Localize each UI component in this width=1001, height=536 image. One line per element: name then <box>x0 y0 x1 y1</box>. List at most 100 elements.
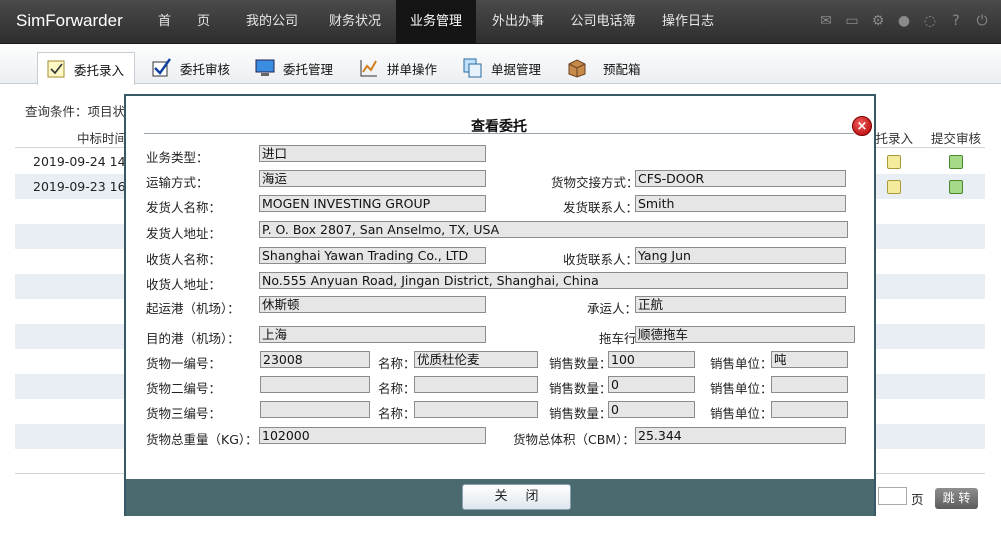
consignee-name-label: 收货人名称： <box>146 252 222 267</box>
column-header-submit: 提交审核 <box>931 131 982 146</box>
query-condition-label: 查询条件：项目状态 <box>25 104 138 119</box>
consignee-address-field: No.555 Anyuan Road, Jingan District, Sha… <box>259 272 848 289</box>
dialog-title: 查看委托 <box>471 119 527 135</box>
shipper-address-field: P. O. Box 2807, San Anselmo, TX, USA <box>259 221 848 238</box>
tab-container-preload[interactable]: 预配箱 <box>567 52 641 84</box>
goto-page-button[interactable]: 跳 转 <box>935 488 978 509</box>
goods-2-code-field <box>260 376 370 393</box>
tab-label: 拼单操作 <box>387 61 438 77</box>
tab-label: 委托录入 <box>74 62 125 78</box>
goods-1-name-field: 优质杜伦麦 <box>414 351 538 368</box>
handover-label: 货物交接方式： <box>551 175 639 190</box>
user-icon[interactable]: ● <box>895 12 913 30</box>
goods-3-name-label: 名称： <box>378 406 416 421</box>
goods-2-name-field <box>414 376 538 393</box>
origin-port-label: 起运港（机场）： <box>146 301 240 316</box>
sub-toolbar: 委托录入 委托审核 委托管理 拼单操作 单据管理 预配箱 <box>0 44 1001 85</box>
goods-2-qty-field: 0 <box>608 376 695 393</box>
box-icon <box>567 58 587 78</box>
page-number-input[interactable] <box>878 487 907 505</box>
column-header-time: 中标时间 <box>77 131 128 146</box>
trucker-field: 顺德拖车 <box>635 326 855 343</box>
menu-item-home[interactable]: 首 页 <box>152 0 216 44</box>
total-weight-field: 102000 <box>259 427 486 444</box>
goods-1-unit-label: 销售单位： <box>710 356 773 371</box>
destination-port-label: 目的港（机场）： <box>146 331 240 346</box>
menu-item-errands[interactable]: 外出办事 <box>476 0 560 44</box>
menu-item-logs[interactable]: 操作日志 <box>646 0 730 44</box>
shipper-name-label: 发货人名称： <box>146 200 222 215</box>
help-icon[interactable]: ? <box>947 12 965 30</box>
goods-2-unit-field <box>771 376 848 393</box>
transport-field: 海运 <box>259 170 486 187</box>
total-volume-label: 货物总体积（CBM）： <box>513 432 635 447</box>
submit-icon[interactable] <box>949 180 963 194</box>
trucker-label: 拖车行 <box>599 331 637 346</box>
check-icon <box>152 58 172 78</box>
destination-port-field: 上海 <box>259 326 486 343</box>
tab-label: 委托审核 <box>180 61 231 77</box>
tab-entrust-review[interactable]: 委托审核 <box>152 52 230 84</box>
menu-item-my-company[interactable]: 我的公司 <box>230 0 314 44</box>
goods-3-name-field <box>414 401 538 418</box>
goods-3-code-field <box>260 401 370 418</box>
consignee-address-label: 收货人地址： <box>146 277 222 292</box>
goods-3-qty-label: 销售数量： <box>549 406 612 421</box>
row-date: 2019-09-23 16 <box>33 179 126 194</box>
dialog-footer: 关闭 <box>126 479 874 516</box>
goods-2-qty-label: 销售数量： <box>549 381 612 396</box>
goods-1-qty-field: 100 <box>608 351 695 368</box>
monitor-icon[interactable]: ▭ <box>843 12 861 30</box>
checkbox-icon <box>46 59 66 79</box>
view-entrust-dialog: 查看委托 × 业务类型： 进口 运输方式： 海运 货物交接方式： CFS-DOO… <box>124 94 876 516</box>
top-icons: ✉ ▭ ⚙ ● ◌ ? ⏻ <box>817 12 991 30</box>
menu-item-phonebook[interactable]: 公司电话簿 <box>560 0 646 44</box>
edit-icon[interactable] <box>887 155 901 169</box>
power-icon[interactable]: ⏻ <box>973 12 991 30</box>
consignee-name-field: Shanghai Yawan Trading Co., LTD <box>259 247 486 264</box>
main-menu: 首 页 我的公司 财务状况 业务管理 外出办事 公司电话簿 操作日志 <box>152 0 730 44</box>
goods-1-code-label: 货物一编号： <box>146 356 222 371</box>
tab-entrust-entry[interactable]: 委托录入 <box>37 52 136 85</box>
tab-entrust-manage[interactable]: 委托管理 <box>255 52 333 84</box>
goods-3-qty-field: 0 <box>608 401 695 418</box>
goods-1-unit-field: 吨 <box>771 351 848 368</box>
transport-label: 运输方式： <box>146 175 209 190</box>
consignee-contact-field: Yang Jun <box>635 247 846 264</box>
goods-3-code-label: 货物三编号： <box>146 406 222 421</box>
business-type-field: 进口 <box>259 145 486 162</box>
mail-icon[interactable]: ✉ <box>817 12 835 30</box>
close-button[interactable]: 关闭 <box>462 484 571 510</box>
origin-port-field: 休斯顿 <box>259 296 486 313</box>
tab-documents[interactable]: 单据管理 <box>463 52 541 84</box>
menu-item-business[interactable]: 业务管理 <box>396 0 476 44</box>
handover-field: CFS-DOOR <box>635 170 846 187</box>
tab-label: 单据管理 <box>491 61 542 77</box>
tab-label: 预配箱 <box>603 61 641 77</box>
gear-icon[interactable]: ⚙ <box>869 12 887 30</box>
dialog-header: 查看委托 × <box>144 106 872 136</box>
app-logo[interactable]: SimForwarder <box>16 11 123 31</box>
edit-icon[interactable] <box>887 180 901 194</box>
close-icon[interactable]: × <box>852 116 872 136</box>
consignee-contact-label: 收货联系人： <box>563 252 639 267</box>
goods-3-unit-field <box>771 401 848 418</box>
carrier-field: 正航 <box>635 296 846 313</box>
monitor-icon <box>255 58 275 78</box>
total-volume-field: 25.344 <box>635 427 846 444</box>
chat-icon[interactable]: ◌ <box>921 12 939 30</box>
submit-icon[interactable] <box>949 155 963 169</box>
tab-label: 委托管理 <box>283 61 334 77</box>
shipper-contact-label: 发货联系人： <box>563 200 639 215</box>
shipper-address-label: 发货人地址： <box>146 226 222 241</box>
total-weight-label: 货物总重量（KG）： <box>146 432 258 447</box>
documents-icon <box>463 58 483 78</box>
tab-consolidation[interactable]: 拼单操作 <box>359 52 437 84</box>
business-type-label: 业务类型： <box>146 150 209 165</box>
shipper-contact-field: Smith <box>635 195 846 212</box>
menu-item-finance[interactable]: 财务状况 <box>314 0 396 44</box>
row-date: 2019-09-24 14 <box>33 154 126 169</box>
goods-3-unit-label: 销售单位： <box>710 406 773 421</box>
goods-1-code-field: 23008 <box>260 351 370 368</box>
goods-1-name-label: 名称： <box>378 356 416 371</box>
